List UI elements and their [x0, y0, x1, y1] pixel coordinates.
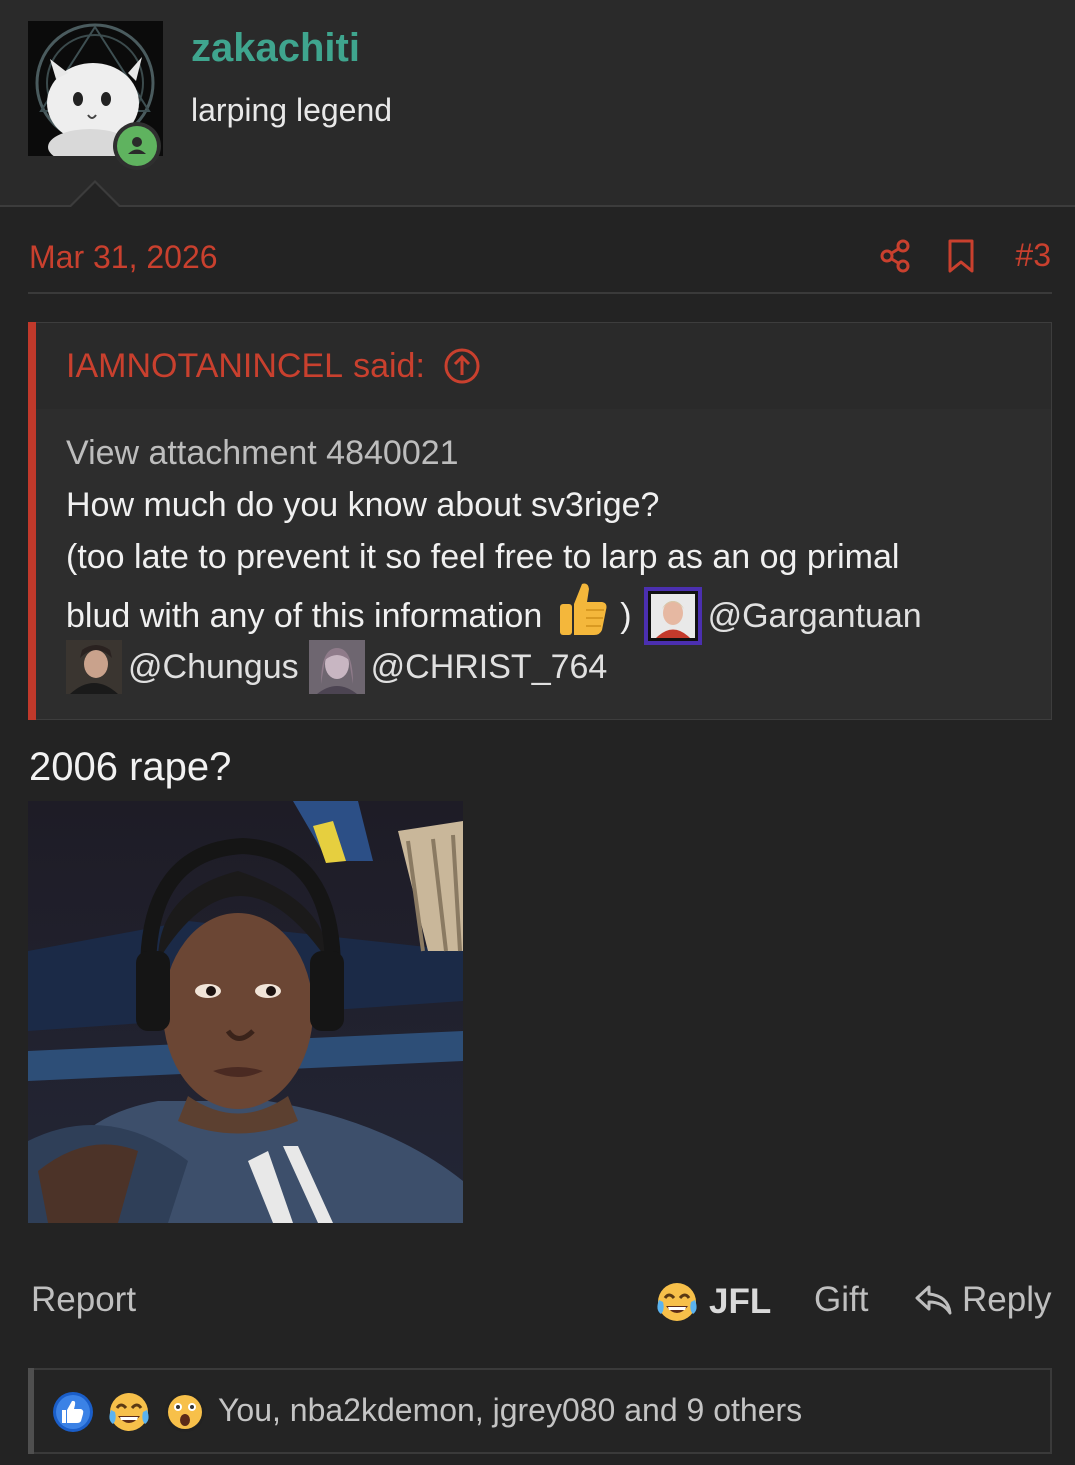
mention-avatar-chungus[interactable]	[66, 640, 122, 694]
tears-of-joy-emoji-icon	[657, 1283, 697, 1321]
post-number-link[interactable]: #3	[1015, 237, 1051, 274]
report-button[interactable]: Report	[31, 1280, 136, 1320]
like-reaction-icon	[53, 1392, 93, 1432]
user-title: larping legend	[191, 92, 393, 128]
header-pointer	[68, 180, 122, 208]
mention-link-gargantuan[interactable]: @Gargantuan	[708, 590, 922, 642]
jfl-react-button[interactable]: JFL	[655, 1280, 771, 1324]
quote-block: IAMNOTANINCEL said: View attachment 4840…	[28, 322, 1052, 720]
quote-line: (too late to prevent it so feel free to …	[66, 538, 900, 576]
quote-line: How much do you know about sv3rige?	[66, 486, 660, 524]
mention-avatar-christ[interactable]	[308, 640, 365, 694]
mention-avatar-gargantuan[interactable]	[643, 587, 702, 645]
jfl-label: JFL	[709, 1282, 772, 1321]
quote-line: @Chungus @CHRIST_764	[66, 640, 1031, 694]
user-icon	[128, 137, 146, 154]
tears-of-joy-reaction-icon	[109, 1393, 149, 1431]
reply-arrow-icon	[915, 1285, 952, 1315]
username-link[interactable]: zakachiti	[191, 26, 360, 71]
meta-divider	[28, 292, 1052, 294]
post-date-link[interactable]: Mar 31, 2026	[29, 239, 218, 276]
user-header: zakachiti larping legend	[0, 0, 1075, 206]
attachment-link[interactable]: View attachment 4840021	[66, 427, 1031, 479]
arrow-up-circle-icon[interactable]	[443, 347, 481, 385]
reaction-icons	[51, 1390, 207, 1434]
bookmark-icon[interactable]	[947, 238, 975, 274]
reactions-text: You, nba2kdemon, jgrey080 and 9 others	[218, 1392, 803, 1428]
quote-line: blud with any of this information ) @Gar…	[66, 583, 1031, 649]
post-actions-bar: Report JFL Gift Reply	[0, 1280, 1075, 1330]
quote-accent-bar	[28, 322, 36, 720]
reply-button[interactable]: Reply	[914, 1280, 1051, 1320]
reactions-accent-bar	[28, 1368, 34, 1454]
online-status-badge	[113, 122, 161, 170]
post-body-text: 2006 rape?	[29, 745, 232, 789]
header-divider	[0, 205, 1075, 207]
quote-body: View attachment 4840021 How much do you …	[66, 427, 1031, 694]
reply-label: Reply	[962, 1280, 1052, 1319]
quote-author-link[interactable]: IAMNOTANINCEL	[66, 347, 343, 386]
quote-said-label: said:	[353, 346, 425, 385]
gift-button[interactable]: Gift	[814, 1280, 868, 1320]
closing-paren: )	[620, 597, 632, 635]
post-image[interactable]	[28, 801, 463, 1223]
reactions-summary[interactable]: You, nba2kdemon, jgrey080 and 9 others	[28, 1368, 1052, 1454]
share-icon[interactable]	[879, 239, 911, 273]
quote-header: IAMNOTANINCEL said:	[36, 323, 1051, 409]
mention-link-christ[interactable]: @CHRIST_764	[371, 641, 608, 693]
mention-link-chungus[interactable]: @Chungus	[128, 641, 299, 693]
post-meta-actions: #3	[843, 237, 1051, 274]
wow-reaction-icon	[165, 1392, 205, 1432]
quote-line-text: blud with any of this information	[66, 597, 543, 635]
